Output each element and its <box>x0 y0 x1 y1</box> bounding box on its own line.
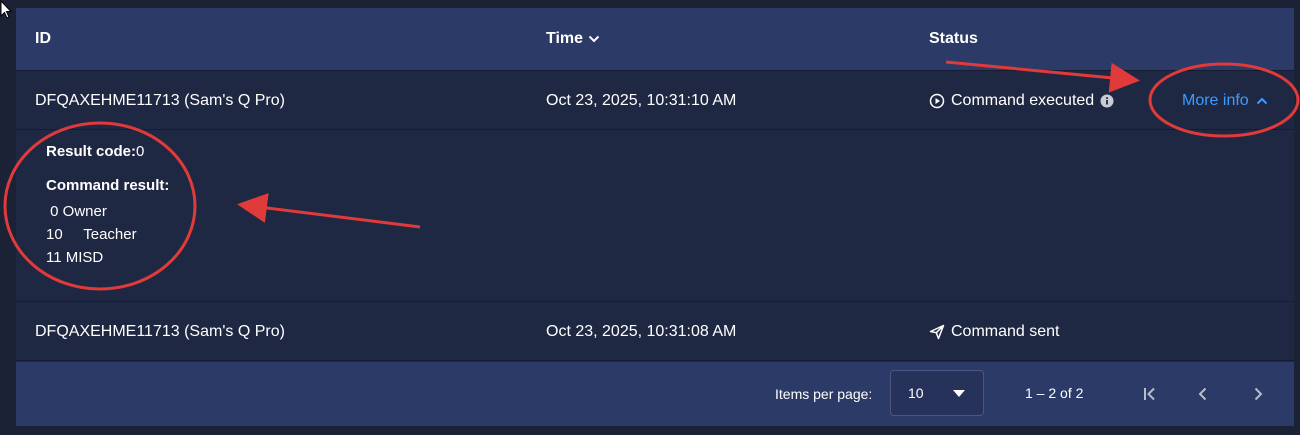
row-id: DFQAXEHME11713 (Sam's Q Pro) <box>35 323 285 340</box>
column-header-status: Status <box>929 30 978 47</box>
table-header: ID Time Status <box>16 8 1294 71</box>
page-range: 1 – 2 of 2 <box>1025 385 1084 401</box>
command-result-label: Command result: <box>46 177 170 194</box>
row-time: Oct 23, 2025, 10:31:08 AM <box>546 323 737 340</box>
table-row: DFQAXEHME11713 (Sam's Q Pro) Oct 23, 202… <box>16 71 1294 130</box>
result-code: Result code: 0 <box>46 143 145 160</box>
commands-table: ID Time Status DFQAXEHME11713 (Sam's Q P… <box>16 8 1294 426</box>
next-page-button[interactable] <box>1244 380 1272 408</box>
first-page-button[interactable] <box>1136 380 1164 408</box>
row-time: Oct 23, 2025, 10:31:10 AM <box>546 92 737 109</box>
row-status: Command sent <box>929 321 1060 343</box>
row-id: DFQAXEHME11713 (Sam's Q Pro) <box>35 92 285 109</box>
chevron-down-icon <box>588 35 600 43</box>
dropdown-caret-icon <box>953 390 965 397</box>
items-per-page-select[interactable]: 10 <box>890 370 984 416</box>
command-result-line: 10 Teacher <box>46 226 137 243</box>
more-info-button[interactable]: More info <box>1182 90 1269 112</box>
play-circle-icon <box>929 93 945 109</box>
paper-plane-icon <box>929 324 945 340</box>
info-icon[interactable] <box>1100 94 1114 108</box>
items-per-page-label: Items per page: <box>775 386 873 402</box>
status-label: Command sent <box>951 323 1060 340</box>
previous-page-button[interactable] <box>1189 380 1217 408</box>
chevron-right-icon <box>1254 387 1263 401</box>
column-header-time[interactable]: Time <box>546 29 601 49</box>
pagination-bar: Items per page: 10 1 – 2 of 2 <box>16 362 1294 426</box>
command-result-line: 11 MISD <box>46 249 104 266</box>
chevron-left-icon <box>1198 387 1207 401</box>
expanded-details: Result code: 0 Command result: 0 Owner 10… <box>16 130 1294 302</box>
app-frame: ID Time Status DFQAXEHME11713 (Sam's Q P… <box>0 0 1300 435</box>
command-result-line: 0 Owner <box>46 203 107 220</box>
table-row: DFQAXEHME11713 (Sam's Q Pro) Oct 23, 202… <box>16 302 1294 361</box>
status-label: Command executed <box>951 92 1095 109</box>
column-header-id: ID <box>35 30 51 47</box>
chevron-up-icon <box>1256 97 1267 105</box>
mouse-cursor-icon <box>0 0 12 19</box>
command-result-output: 0 Owner 10 Teacher 11 MISD <box>46 200 137 269</box>
row-status: Command executed <box>929 90 1114 112</box>
first-page-icon <box>1144 387 1155 401</box>
